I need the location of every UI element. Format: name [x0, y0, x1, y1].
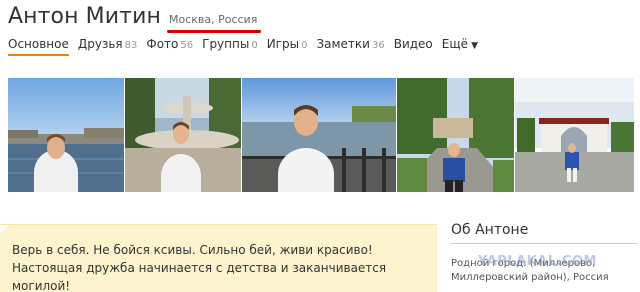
profile-name[interactable]: Антон Митин [8, 4, 161, 29]
nav-item-label: Видео [393, 37, 433, 51]
about-title[interactable]: Об Антоне [451, 222, 637, 244]
photo-thumbnail[interactable] [515, 78, 634, 192]
nav-item-count: 36 [371, 40, 385, 51]
nav-item-label: Фото [146, 37, 179, 51]
nav-item-more[interactable]: Ещё ▼ [442, 37, 478, 51]
nav-item-friends[interactable]: Друзья 83 [78, 37, 138, 51]
nav-item-label: Игры [266, 37, 300, 51]
nav-item-label: Группы [202, 37, 250, 51]
profile-location[interactable]: Москва, Россия [166, 13, 262, 33]
red-underline-mark [166, 30, 262, 33]
status-box: Верь в себя. Не бойся ксивы. Сильно бей,… [0, 224, 437, 292]
nav-item-main[interactable]: Основное [8, 37, 69, 56]
nav-item-video[interactable]: Видео [394, 37, 433, 51]
nav-item-label: Друзья [77, 37, 123, 51]
profile-nav: Основное Друзья 83 Фото 56 Группы 0 Игры 0 З… [8, 37, 487, 56]
photo-thumbnail[interactable] [8, 78, 124, 192]
location-text: Москва, Россия [168, 13, 258, 26]
nav-item-notes[interactable]: Заметки 36 [316, 37, 384, 51]
watermark: YAPLAKAL.COM [478, 254, 597, 269]
nav-item-label: Ещё [441, 37, 469, 51]
photo-strip [8, 78, 634, 192]
nav-item-photos[interactable]: Фото 56 [146, 37, 193, 51]
photo-thumbnail[interactable] [397, 78, 514, 192]
profile-header: Антон Митин Москва, Россия [8, 4, 262, 34]
photo-thumbnail[interactable] [242, 78, 396, 192]
photo-image [125, 78, 241, 192]
nav-item-label: Заметки [316, 37, 370, 51]
nav-item-games[interactable]: Игры 0 [267, 37, 308, 51]
nav-item-count: 0 [251, 40, 258, 51]
photo-thumbnail[interactable] [125, 78, 241, 192]
chevron-down-icon: ▼ [471, 41, 478, 51]
photo-image [8, 78, 124, 192]
photo-image [397, 78, 514, 192]
photo-image [242, 78, 396, 192]
nav-item-count: 56 [180, 40, 194, 51]
nav-item-count: 0 [301, 40, 308, 51]
status-text: Верь в себя. Не бойся ксивы. Сильно бей,… [12, 243, 387, 292]
nav-item-label: Основное [8, 37, 69, 51]
nav-item-count: 83 [124, 40, 138, 51]
photo-image [515, 78, 634, 192]
nav-item-groups[interactable]: Группы 0 [202, 37, 258, 51]
